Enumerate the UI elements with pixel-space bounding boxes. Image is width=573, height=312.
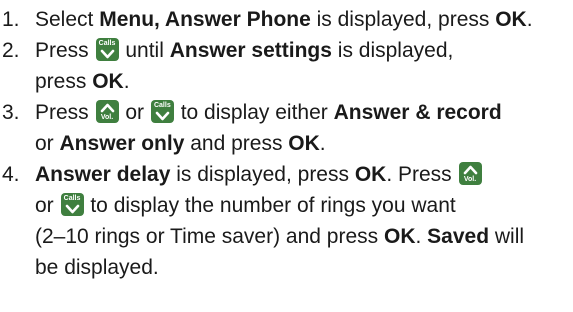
setting-name: Answer settings (169, 39, 332, 62)
step-text: . (319, 132, 326, 155)
step-number: 4. (2, 163, 20, 186)
step-text: to display either (174, 101, 334, 124)
chevron-down-icon (155, 111, 170, 121)
menu-path: Menu, Answer Phone (99, 8, 311, 31)
ok-key-label: OK (354, 163, 387, 186)
step-text: or (35, 194, 60, 217)
step-text: is displayed, (331, 39, 454, 62)
status-word: Saved (427, 225, 490, 248)
step-text: Press (35, 39, 95, 62)
step-4: 4. Answer delay is displayed, press OK. P… (2, 159, 573, 283)
step-3: 3. Press Vol. or Calls to display either … (2, 97, 573, 159)
ok-key-label: OK (383, 225, 416, 248)
vol-key-label: Vol. (463, 176, 477, 183)
calls-key-label: Calls (98, 40, 116, 47)
step-text: Press (35, 101, 95, 124)
step-text: and press (184, 132, 289, 155)
vol-up-key-icon: Vol. (95, 100, 119, 123)
step-text: is displayed, press (170, 163, 355, 186)
step-text: . (415, 225, 428, 248)
step-2: 2. Press Calls until Answer settings is d… (2, 35, 573, 97)
step-text: to display the number of rings you want (84, 194, 456, 217)
step-text: . (123, 70, 130, 93)
step-1: 1. Select Menu, Answer Phone is displayed… (2, 4, 573, 35)
ok-key-label: OK (288, 132, 320, 155)
step-text: until (119, 39, 170, 62)
step-text: will (489, 225, 525, 248)
step-text: or (35, 132, 60, 155)
calls-key-label: Calls (153, 102, 171, 109)
step-text: . (526, 8, 533, 31)
calls-down-key-icon: Calls (60, 193, 84, 216)
ok-key-label: OK (92, 70, 124, 93)
step-text: Select (35, 8, 100, 31)
step-text: . Press (386, 163, 458, 186)
instruction-list: 1. Select Menu, Answer Phone is displayed… (0, 0, 573, 283)
chevron-down-icon (65, 204, 79, 214)
calls-key-label: Calls (63, 195, 81, 202)
mode-option: Answer & record (333, 101, 502, 124)
mode-option: Answer only (59, 132, 185, 155)
vol-up-key-icon: Vol. (458, 162, 482, 185)
step-text: (2–10 rings or Time saver) and press (35, 225, 384, 248)
vol-key-label: Vol. (100, 114, 114, 121)
step-text: press (35, 70, 93, 93)
step-text: or (119, 101, 150, 124)
step-text: be displayed. (35, 256, 159, 279)
chevron-down-icon (100, 49, 114, 59)
step-number: 3. (2, 101, 20, 124)
setting-name: Answer delay (35, 163, 171, 186)
calls-down-key-icon: Calls (150, 100, 174, 123)
step-number: 2. (2, 39, 20, 62)
step-number: 1. (2, 8, 20, 31)
chevron-up-icon (463, 165, 477, 175)
ok-key-label: OK (495, 8, 527, 31)
chevron-up-icon (100, 103, 114, 113)
step-text: is displayed, press (310, 8, 496, 31)
calls-down-key-icon: Calls (95, 38, 119, 61)
